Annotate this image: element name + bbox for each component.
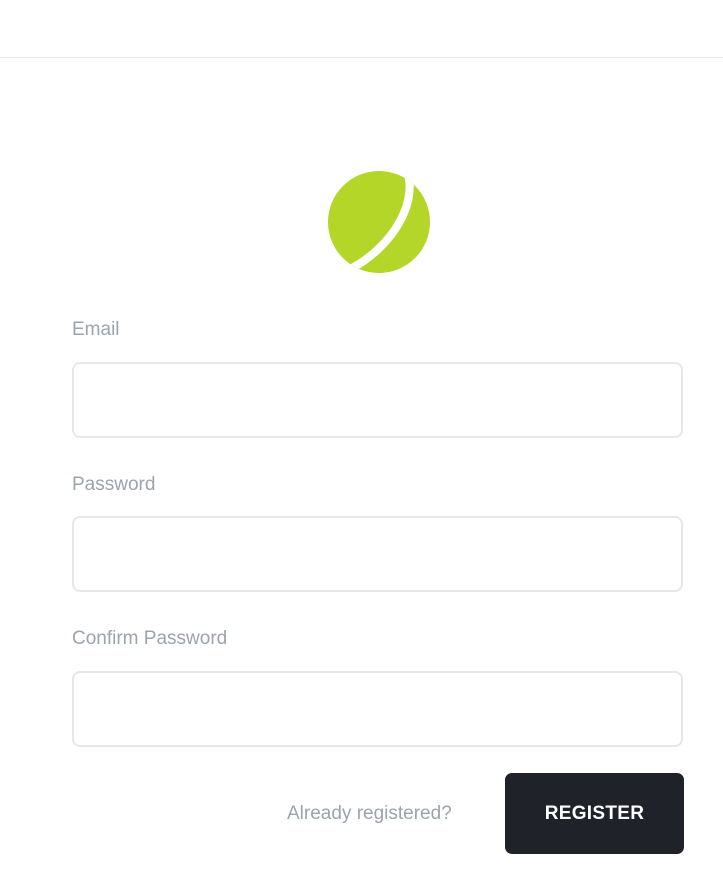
lime-ball-logo-icon <box>328 171 430 273</box>
confirm-password-field[interactable] <box>72 671 683 747</box>
already-registered-link[interactable]: Already registered? <box>287 803 452 826</box>
register-page: Email Password Confirm Password Already … <box>0 0 723 892</box>
email-label: Email <box>72 319 120 340</box>
password-field[interactable] <box>72 516 683 592</box>
register-button[interactable]: REGISTER <box>505 773 684 854</box>
top-navigation-bar <box>0 0 723 58</box>
confirm-password-label: Confirm Password <box>72 628 228 649</box>
email-field[interactable] <box>72 362 683 438</box>
password-label: Password <box>72 474 156 495</box>
